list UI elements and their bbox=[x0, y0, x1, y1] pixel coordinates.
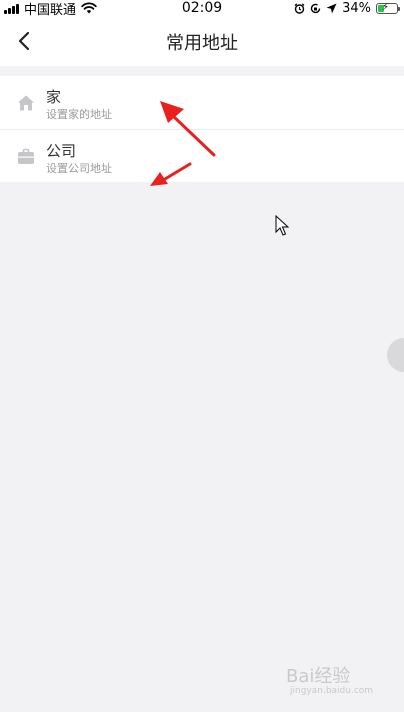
rotation-lock-icon bbox=[310, 3, 321, 13]
list-item-subtitle: 设置公司地址 bbox=[46, 162, 112, 175]
nav-bar: 常用地址 bbox=[0, 16, 404, 66]
briefcase-icon bbox=[18, 148, 34, 164]
list-item-title: 家 bbox=[46, 88, 62, 106]
list-item-company[interactable]: 公司 设置公司地址 bbox=[0, 129, 404, 182]
battery-percent: 34% bbox=[342, 0, 371, 16]
address-list: 家 设置家的地址 公司 设置公司地址 bbox=[0, 76, 404, 182]
list-item-subtitle: 设置家的地址 bbox=[46, 108, 112, 121]
alarm-icon bbox=[294, 2, 305, 14]
location-arrow-icon bbox=[326, 3, 337, 13]
home-icon bbox=[18, 95, 34, 111]
list-item-home[interactable]: 家 设置家的地址 bbox=[0, 76, 404, 129]
watermark-url: jingyan.baidu.com bbox=[290, 686, 374, 696]
watermark-logo: Bai经验 bbox=[286, 666, 351, 687]
watermark: Bai经验 jingyan.baidu.com bbox=[286, 662, 373, 696]
page-title: 常用地址 bbox=[166, 33, 238, 54]
status-bar-right: 34% ⚡ bbox=[294, 0, 400, 16]
status-bar: 中国联通 02:09 34% ⚡ bbox=[0, 0, 404, 18]
list-item-title: 公司 bbox=[46, 142, 77, 160]
battery-icon: ⚡ bbox=[376, 2, 400, 14]
mouse-cursor-icon bbox=[275, 215, 289, 236]
floating-side-handle[interactable] bbox=[387, 338, 404, 372]
